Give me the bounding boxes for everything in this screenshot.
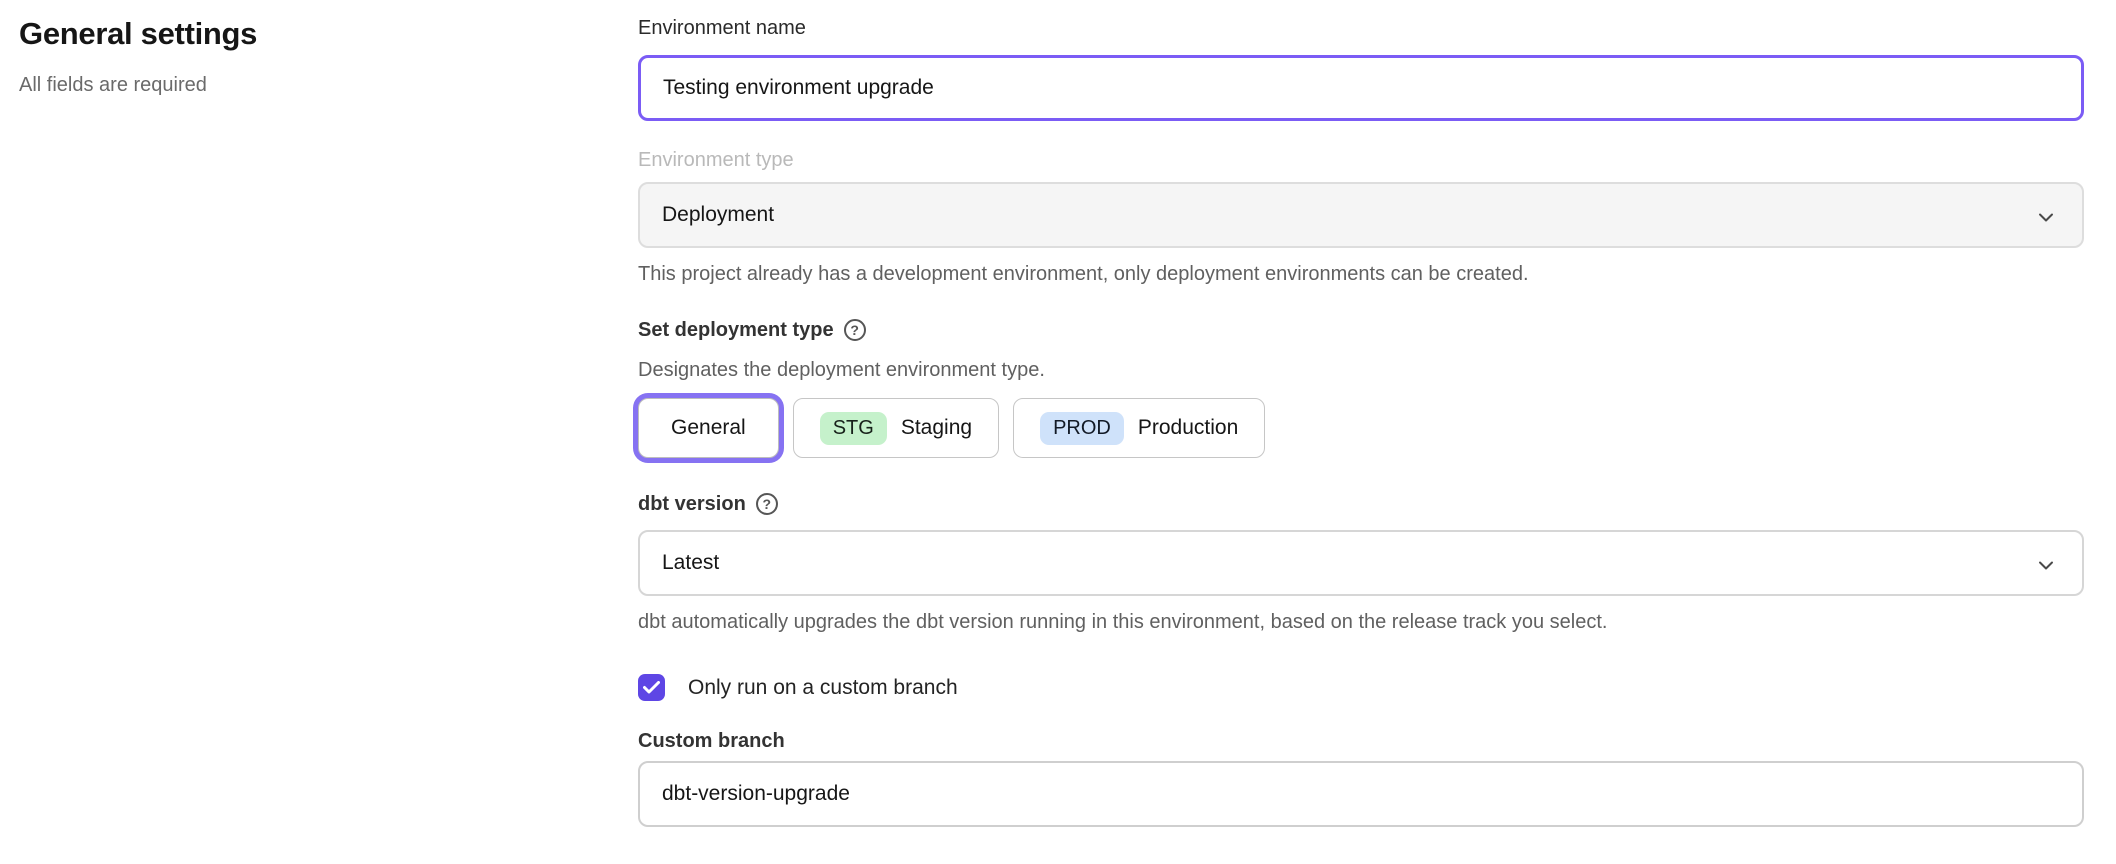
staging-badge: STG — [820, 412, 887, 445]
environment-type-value: Deployment — [662, 203, 774, 227]
custom-branch-label: Custom branch — [638, 727, 2084, 755]
deployment-type-label: Set deployment type — [638, 316, 834, 344]
deployment-type-general-label: General — [671, 416, 746, 440]
deployment-type-field: Set deployment type ? Designates the dep… — [638, 316, 2084, 458]
environment-type-field: Environment type Deployment This project… — [638, 146, 2084, 288]
page-title: General settings — [19, 12, 579, 56]
custom-branch-checkbox-label[interactable]: Only run on a custom branch — [688, 676, 958, 700]
deployment-type-production-label: Production — [1138, 416, 1238, 440]
environment-settings-page: General settings All fields are required… — [0, 0, 2116, 864]
dbt-version-field: dbt version ? Latest dbt automatically u… — [638, 490, 2084, 636]
dbt-version-label-row: dbt version ? — [638, 490, 2084, 518]
deployment-type-general-button[interactable]: General — [638, 398, 779, 458]
dbt-version-label: dbt version — [638, 490, 746, 518]
deployment-type-staging-label: Staging — [901, 416, 972, 440]
environment-settings-form: Environment name Environment type Deploy… — [638, 0, 2084, 827]
deployment-type-options: General STG Staging PROD Production — [638, 398, 2084, 458]
deployment-type-production-button[interactable]: PROD Production — [1013, 398, 1265, 458]
dbt-version-select[interactable]: Latest — [638, 530, 2084, 596]
deployment-type-label-row: Set deployment type ? — [638, 316, 2084, 344]
production-badge: PROD — [1040, 412, 1124, 445]
environment-type-select[interactable]: Deployment — [638, 182, 2084, 248]
dbt-version-value: Latest — [662, 551, 719, 575]
environment-name-field: Environment name — [638, 14, 2084, 121]
settings-intro: General settings All fields are required — [19, 12, 579, 98]
help-icon[interactable]: ? — [756, 493, 778, 515]
chevron-down-icon — [2034, 553, 2058, 583]
dbt-version-helper: dbt automatically upgrades the dbt versi… — [638, 608, 2084, 636]
custom-branch-input[interactable] — [638, 761, 2084, 827]
custom-branch-checkbox[interactable] — [638, 674, 665, 701]
environment-name-label: Environment name — [638, 14, 2084, 42]
environment-type-helper: This project already has a development e… — [638, 260, 2084, 288]
page-subtitle: All fields are required — [19, 72, 579, 98]
checkmark-icon — [643, 681, 660, 694]
help-icon[interactable]: ? — [844, 319, 866, 341]
deployment-type-staging-button[interactable]: STG Staging — [793, 398, 999, 458]
deployment-type-helper: Designates the deployment environment ty… — [638, 356, 2084, 384]
environment-type-label: Environment type — [638, 146, 2084, 174]
custom-branch-checkbox-row: Only run on a custom branch — [638, 674, 2084, 701]
environment-name-input[interactable] — [638, 55, 2084, 121]
chevron-down-icon — [2034, 205, 2058, 235]
